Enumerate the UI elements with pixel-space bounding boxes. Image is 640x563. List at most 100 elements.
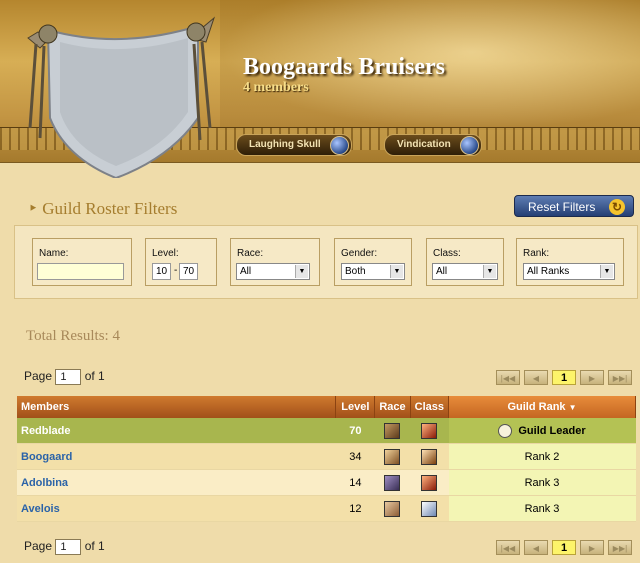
guild-tabard-icon — [27, 16, 216, 178]
pagination-bottom: |◀◀ ◀ 1 ▶ ▶▶| — [492, 539, 632, 557]
last-page-icon[interactable]: ▶▶| — [608, 540, 632, 556]
reset-filters-button[interactable]: Reset Filters ↻ — [514, 195, 634, 217]
member-name-cell[interactable]: Adolbina — [17, 469, 336, 496]
class-filter: Class: All ▼ — [426, 238, 504, 286]
members-column-header[interactable]: Members — [17, 396, 337, 418]
next-page-icon[interactable]: ▶ — [580, 370, 604, 386]
name-input[interactable] — [37, 263, 124, 280]
chevron-down-icon: ▼ — [390, 265, 403, 278]
level-separator: - — [174, 265, 178, 276]
rank-column-header[interactable]: Guild Rank ▼ — [448, 396, 636, 418]
member-level: 14 — [335, 469, 375, 496]
page-label: Page — [24, 539, 53, 554]
race-column-header[interactable]: Race — [374, 396, 411, 418]
race-select[interactable]: All ▼ — [236, 263, 310, 280]
current-page-button[interactable]: 1 — [552, 370, 576, 386]
battlegroup-icon — [459, 136, 479, 155]
current-page-button[interactable]: 1 — [552, 540, 576, 556]
member-name[interactable]: Boogaard — [21, 451, 72, 463]
member-rank-text: Guild Leader — [518, 424, 586, 437]
previous-page-icon[interactable]: ◀ — [524, 540, 548, 556]
class-icon — [421, 422, 438, 439]
member-name-cell[interactable]: Boogaard — [17, 443, 336, 470]
race-icon — [384, 422, 401, 439]
race-select-value: All — [240, 266, 252, 277]
rank-label: Rank: — [523, 248, 550, 259]
member-name[interactable]: Avelois — [21, 503, 60, 515]
page-of-text: of 1 — [84, 369, 105, 384]
table-row[interactable]: Adolbina 14 Rank 3 — [17, 469, 636, 496]
class-icon — [421, 500, 438, 517]
level-column-header[interactable]: Level — [335, 396, 376, 418]
pagination-top: |◀◀ ◀ 1 ▶ ▶▶| — [492, 369, 632, 387]
table-row[interactable]: Boogaard 34 Rank 2 — [17, 443, 636, 470]
filter-panel: Name: Level: - Race: All▼ Gender: Both▼ … — [14, 225, 638, 299]
rank-header-label: Guild Rank — [507, 401, 566, 413]
gender-select-value: Both — [345, 266, 366, 277]
class-cell — [410, 495, 449, 522]
guild-roster-table: Members Level Race Class Guild Rank ▼ Re… — [17, 396, 636, 522]
next-page-icon[interactable]: ▶ — [580, 540, 604, 556]
member-count: 4 members — [243, 80, 309, 95]
class-cell — [410, 443, 449, 470]
level-min-input[interactable] — [152, 263, 171, 280]
class-select[interactable]: All ▼ — [432, 263, 498, 280]
filters-title-text: Guild Roster Filters — [42, 199, 178, 218]
race-cell — [374, 495, 411, 522]
name-label: Name: — [39, 248, 69, 259]
gender-label: Gender: — [341, 248, 378, 259]
page-label: Page — [24, 369, 53, 384]
class-label: Class: — [433, 248, 461, 259]
class-select-value: All — [436, 266, 448, 277]
class-cell — [410, 469, 449, 496]
level-filter: Level: - — [145, 238, 217, 286]
name-filter: Name: — [32, 238, 132, 286]
gender-filter: Gender: Both ▼ — [334, 238, 412, 286]
gender-select[interactable]: Both ▼ — [341, 263, 405, 280]
table-row[interactable]: Avelois 12 Rank 3 — [17, 495, 636, 522]
page-number-input[interactable]: 1 — [55, 369, 82, 385]
race-icon — [384, 474, 401, 491]
member-name-cell[interactable]: Avelois — [17, 495, 336, 522]
first-page-icon[interactable]: |◀◀ — [496, 370, 520, 386]
page-indicator-bottom: Page 1 of 1 — [24, 539, 105, 555]
realm-name: Laughing Skull — [249, 139, 321, 150]
class-icon — [421, 448, 438, 465]
member-name[interactable]: Redblade — [17, 418, 336, 444]
member-level: 34 — [335, 443, 375, 470]
chevron-down-icon: ▼ — [295, 265, 308, 278]
rank-select[interactable]: All Ranks ▼ — [523, 263, 615, 280]
class-icon — [421, 474, 438, 491]
guild-name: Boogaards Bruisers — [243, 54, 446, 80]
member-rank: Guild Leader — [448, 418, 636, 444]
race-cell — [374, 469, 411, 496]
realm-icon — [329, 136, 349, 155]
filters-title[interactable]: ‣ Guild Roster Filters — [28, 199, 177, 219]
sort-down-icon: ▼ — [568, 403, 577, 412]
guild-leader-icon — [498, 423, 513, 438]
member-rank: Rank 3 — [448, 469, 636, 496]
member-name[interactable]: Adolbina — [21, 477, 68, 489]
race-label: Race: — [237, 248, 264, 259]
first-page-icon[interactable]: |◀◀ — [496, 540, 520, 556]
reset-filters-label: Reset Filters — [528, 200, 596, 214]
realm-badge[interactable]: Laughing Skull — [236, 134, 352, 156]
rank-select-value: All Ranks — [527, 266, 570, 277]
member-rank: Rank 2 — [448, 443, 636, 470]
page-of-text: of 1 — [84, 539, 105, 554]
table-row[interactable]: Redblade 70 Guild Leader — [17, 418, 636, 444]
level-max-input[interactable] — [179, 263, 198, 280]
class-column-header[interactable]: Class — [410, 396, 450, 418]
race-cell — [374, 418, 411, 444]
page-number-input[interactable]: 1 — [55, 539, 82, 555]
member-level: 12 — [335, 495, 375, 522]
race-icon — [384, 448, 401, 465]
last-page-icon[interactable]: ▶▶| — [608, 370, 632, 386]
race-cell — [374, 443, 411, 470]
total-results: Total Results: 4 — [26, 328, 120, 344]
battlegroup-badge[interactable]: Vindication — [384, 134, 482, 156]
rank-filter: Rank: All Ranks ▼ — [516, 238, 624, 286]
chevron-down-icon: ▼ — [600, 265, 613, 278]
previous-page-icon[interactable]: ◀ — [524, 370, 548, 386]
member-rank: Rank 3 — [448, 495, 636, 522]
